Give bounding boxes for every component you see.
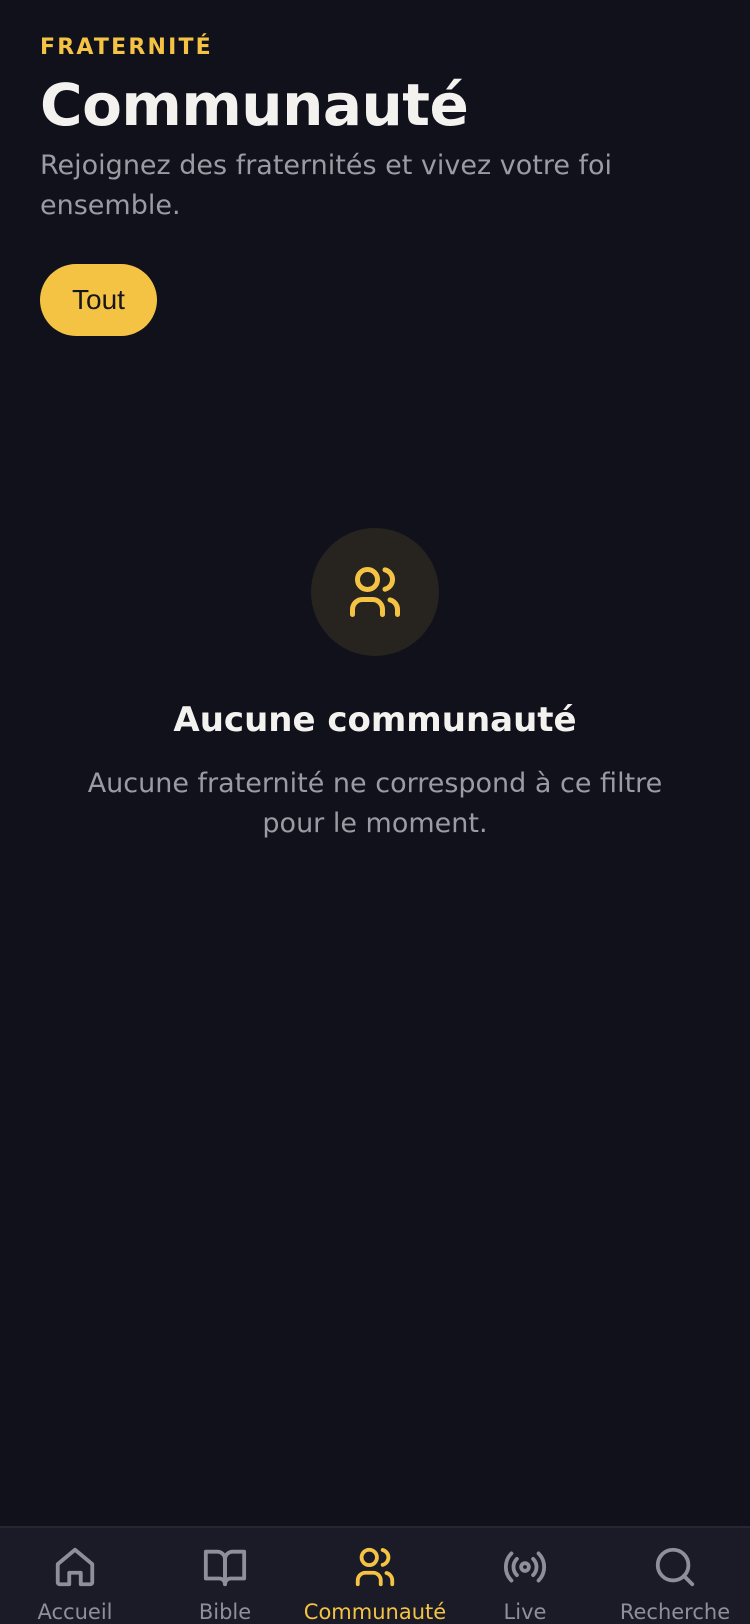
page-subtitle: Rejoignez des fraternités et vivez votre…	[40, 150, 613, 221]
tab-label-recherche: Recherche	[619, 1600, 731, 1624]
tab-recherche[interactable]: Recherche	[600, 1528, 750, 1624]
empty-state-icon-badge	[311, 528, 439, 656]
tab-label-accueil: Accueil	[37, 1600, 113, 1624]
tab-accueil[interactable]: Accueil	[0, 1528, 150, 1624]
empty-state: Aucune communauté Aucune fraternité ne c…	[0, 528, 750, 844]
tab-communaute[interactable]: Communauté	[300, 1528, 450, 1624]
bottom-tab-bar: Accueil Bible Communauté Live Recherche	[0, 1526, 750, 1624]
users-icon	[355, 1547, 395, 1587]
filter-chip-all[interactable]: Tout	[40, 264, 157, 336]
home-icon	[55, 1547, 95, 1587]
tab-label-live: Live	[503, 1600, 547, 1624]
page-title: Communauté	[40, 71, 469, 139]
tab-live[interactable]: Live	[450, 1528, 600, 1624]
users-icon	[350, 567, 400, 617]
community-screen: FRATERNITÉ Communauté Rejoignez des frat…	[0, 0, 750, 1624]
empty-state-title: Aucune communauté	[173, 700, 577, 740]
tab-label-bible: Bible	[198, 1600, 252, 1624]
tab-bible[interactable]: Bible	[150, 1528, 300, 1624]
search-icon	[655, 1547, 695, 1587]
tab-label-communaute: Communauté	[303, 1600, 447, 1624]
book-icon	[203, 1549, 247, 1587]
broadcast-icon	[503, 1551, 547, 1583]
empty-state-message: Aucune fraternité ne correspond à ce fil…	[87, 768, 663, 839]
page-header: FRATERNITÉ Communauté Rejoignez des frat…	[40, 34, 710, 226]
page-eyebrow: FRATERNITÉ	[40, 35, 213, 60]
